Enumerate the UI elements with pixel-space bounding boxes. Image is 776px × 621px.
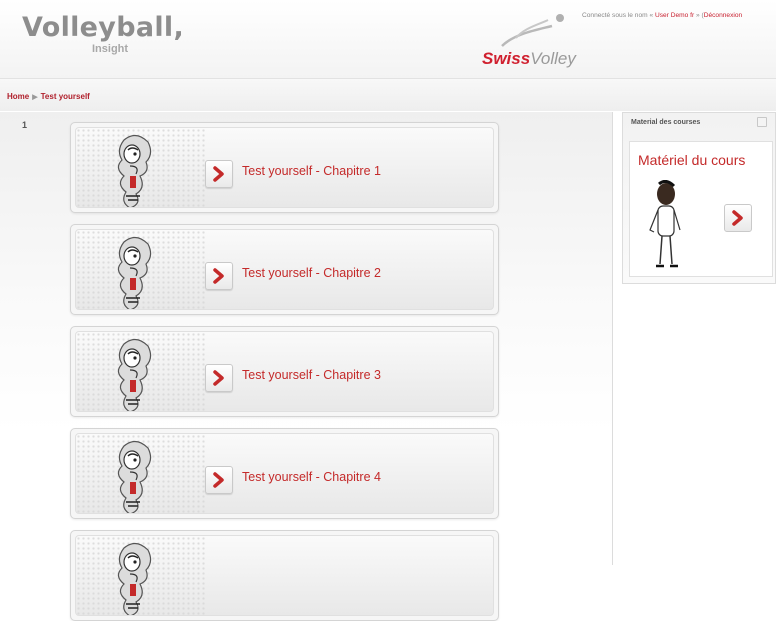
- user-name-link[interactable]: User Demo fr: [655, 12, 694, 19]
- block-title: Material des courses: [631, 119, 701, 126]
- chevron-right-icon: [213, 268, 224, 284]
- chapter-card[interactable]: Test yourself - Chapitre 4: [70, 428, 499, 519]
- breadcrumb-separator-icon: ▶: [32, 94, 38, 101]
- chevron-right-icon: [213, 166, 224, 182]
- chevron-right-icon: [213, 472, 224, 488]
- chapter-card-inner: [75, 535, 494, 616]
- chapter-card-inner: Test yourself - Chapitre 3: [75, 331, 494, 412]
- volleyball-mascot-icon: [117, 236, 152, 309]
- course-material-title[interactable]: Matériel du cours: [638, 152, 745, 168]
- course-material-card[interactable]: Matériel du cours: [629, 141, 773, 277]
- volleyball-swoosh-icon: [501, 14, 564, 47]
- user-info: Connecté sous le nom « User Demo fr » (D…: [582, 12, 742, 19]
- logo-volley: Volley: [530, 49, 576, 68]
- breadcrumb-current[interactable]: Test yourself: [41, 92, 90, 101]
- chapter-card-inner: Test yourself - Chapitre 1: [75, 127, 494, 208]
- logo-swiss: Swiss: [482, 49, 531, 68]
- user-prefix: Connecté sous le nom «: [582, 12, 655, 19]
- logo-text: SwissVolley: [482, 49, 576, 69]
- brand-subtitle: Insight: [92, 43, 129, 55]
- open-course-material-button[interactable]: [724, 204, 752, 232]
- chevron-right-icon: [732, 210, 743, 226]
- person-illustration-icon: [649, 180, 681, 268]
- volleyball-mascot-icon: [117, 542, 152, 615]
- course-material-block: Material des courses Matériel du cours: [622, 112, 776, 284]
- breadcrumb-bar: [0, 79, 776, 111]
- header: Volleyball, Insight SwissVolley Connecté…: [0, 0, 776, 79]
- brand-title[interactable]: Volleyball,: [22, 12, 184, 43]
- chapter-card-inner: Test yourself - Chapitre 2: [75, 229, 494, 310]
- volleyball-mascot-icon: [117, 440, 152, 513]
- logout-link[interactable]: Déconnexion: [704, 12, 743, 19]
- open-chapter-button[interactable]: [205, 262, 233, 290]
- chapter-title-link[interactable]: Test yourself - Chapitre 3: [242, 368, 381, 382]
- volleyball-mascot-icon: [117, 134, 152, 207]
- chapter-card[interactable]: [70, 530, 499, 621]
- chapter-title-link[interactable]: Test yourself - Chapitre 4: [242, 470, 381, 484]
- chapter-title-link[interactable]: Test yourself - Chapitre 1: [242, 164, 381, 178]
- open-chapter-button[interactable]: [205, 160, 233, 188]
- chapter-card[interactable]: Test yourself - Chapitre 3: [70, 326, 499, 417]
- breadcrumb: Home ▶ Test yourself: [7, 92, 90, 101]
- volleyball-mascot-icon: [117, 338, 152, 411]
- chapter-card[interactable]: Test yourself - Chapitre 1: [70, 122, 499, 213]
- section-number: 1: [22, 120, 28, 130]
- swiss-volley-logo[interactable]: SwissVolley: [478, 12, 598, 72]
- open-chapter-button[interactable]: [205, 364, 233, 392]
- chapter-title-link[interactable]: Test yourself - Chapitre 2: [242, 266, 381, 280]
- collapse-icon[interactable]: [757, 117, 767, 127]
- breadcrumb-home-link[interactable]: Home: [7, 92, 29, 101]
- chapter-card-inner: Test yourself - Chapitre 4: [75, 433, 494, 514]
- chevron-right-icon: [213, 370, 224, 386]
- open-chapter-button[interactable]: [205, 466, 233, 494]
- chapter-card[interactable]: Test yourself - Chapitre 2: [70, 224, 499, 315]
- user-mid: » (: [694, 12, 704, 19]
